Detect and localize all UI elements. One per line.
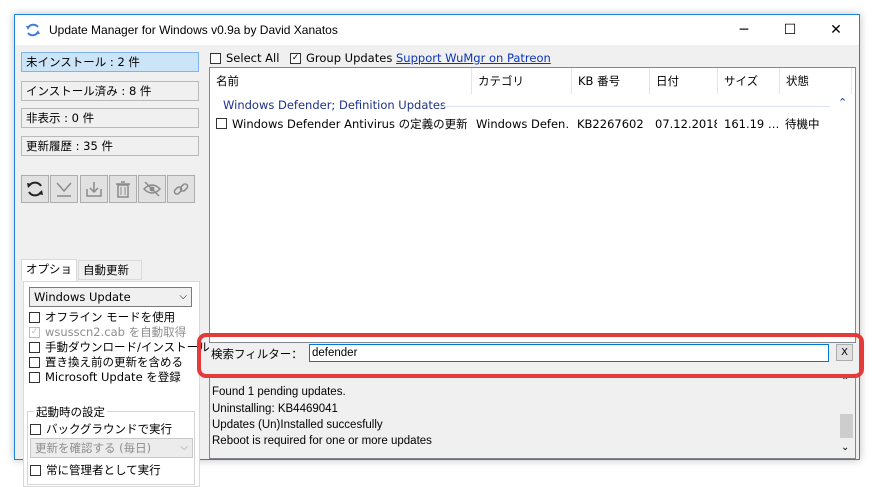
cell-kb: KB2267602 xyxy=(577,117,644,131)
checkbox-box xyxy=(29,371,40,383)
scroll-thumb[interactable] xyxy=(840,414,853,438)
refresh-button[interactable] xyxy=(21,175,49,203)
log-scrollbar[interactable]: ⌃ ⌄ xyxy=(838,376,855,458)
auto-fetch-cab-checkbox[interactable]: ✓ wsusscn2.cab を自動取得 xyxy=(29,324,186,340)
include-superseded-checkbox[interactable]: 置き換え前の更新を含める xyxy=(29,354,183,370)
patreon-link[interactable]: Support WuMgr on Patreon xyxy=(396,51,551,65)
table-row[interactable]: Windows Defender Antivirus の定義の更新 - … Wi… xyxy=(210,115,855,133)
refresh-icon xyxy=(27,181,43,197)
category-history[interactable]: 更新履歴 : 35 件 xyxy=(21,136,199,156)
download-button[interactable] xyxy=(50,175,79,203)
checkbox-label: Group Updates xyxy=(306,51,393,65)
checkbox-label: 置き換え前の更新を含める xyxy=(45,355,183,369)
link-icon xyxy=(174,183,189,195)
column-date[interactable]: 日付 xyxy=(650,68,718,94)
download-icon xyxy=(56,182,72,197)
uninstall-button[interactable] xyxy=(108,175,137,203)
cell-status: 待機中 xyxy=(785,117,820,131)
checkbox-label: wsusscn2.cab を自動取得 xyxy=(45,325,187,339)
hide-icon xyxy=(143,181,162,197)
checkbox-label: 手動ダウンロード/インストール xyxy=(45,340,210,354)
startup-group-title: 起動時の設定 xyxy=(34,404,107,420)
trash-icon xyxy=(115,181,130,198)
column-status[interactable]: 状態 xyxy=(780,68,852,94)
chevron-down-icon: ⌵ xyxy=(180,442,188,453)
manual-download-checkbox[interactable]: 手動ダウンロード/インストール xyxy=(29,339,210,355)
source-select-value: Windows Update xyxy=(34,290,131,304)
left-pane: 未インストール : 2 件 インストール済み : 8 件 非表示 : 0 件 更… xyxy=(15,45,210,487)
offline-mode-checkbox[interactable]: オフライン モードを使用 xyxy=(29,309,175,325)
tab-auto-update[interactable]: 自動更新 xyxy=(78,260,142,280)
scroll-down-icon[interactable]: ⌄ xyxy=(841,442,849,453)
log-line: Found 1 pending updates. xyxy=(212,386,346,398)
checkmark-icon: ✓ xyxy=(29,326,40,338)
log-line: Updates (Un)Installed succesfully xyxy=(212,419,383,431)
category-installed[interactable]: インストール済み : 8 件 xyxy=(21,81,199,101)
log-output[interactable]: Found 1 pending updates. Uninstalling: K… xyxy=(209,375,856,459)
startup-check-value: 更新を確認する (毎日) xyxy=(35,441,152,455)
app-refresh-icon xyxy=(26,23,40,37)
checkbox-box xyxy=(210,52,221,64)
tab-options[interactable]: オプション xyxy=(21,259,77,294)
minimize-button[interactable]: ─ xyxy=(721,15,767,45)
group-updates-checkbox[interactable]: ✓ Group Updates xyxy=(290,50,392,66)
checkbox-box xyxy=(29,311,40,323)
install-icon xyxy=(85,182,102,197)
cell-name: Windows Defender Antivirus の定義の更新 - … xyxy=(232,117,470,131)
checkbox-label: Select All xyxy=(226,51,280,65)
startup-settings-group: 起動時の設定 バックグラウンドで実行 更新を確認する (毎日) ⌵ 常に管理者と… xyxy=(27,404,195,485)
link-button[interactable] xyxy=(167,175,196,203)
column-name[interactable]: 名前 xyxy=(210,68,472,94)
update-group-title: Windows Defender; Definition Updates xyxy=(223,98,446,112)
action-toolbar xyxy=(21,175,197,203)
startup-check-select[interactable]: 更新を確認する (毎日) ⌵ xyxy=(30,438,193,458)
checkmark-icon: ✓ xyxy=(290,52,301,64)
collapse-group-icon[interactable]: ⌃ xyxy=(838,96,847,109)
close-button[interactable]: ✕ xyxy=(813,15,859,45)
register-microsoft-update-checkbox[interactable]: Microsoft Update を登録 xyxy=(29,369,181,385)
filter-highlight-annotation xyxy=(197,333,864,378)
title-bar[interactable]: Update Manager for Windows v0.9a by Davi… xyxy=(15,15,859,45)
window-title: Update Manager for Windows v0.9a by Davi… xyxy=(49,23,338,37)
checkbox-label: バックグラウンドで実行 xyxy=(46,422,173,436)
log-line: Uninstalling: KB4469041 xyxy=(212,403,338,415)
checkbox-label: オフライン モードを使用 xyxy=(45,310,176,324)
run-background-checkbox[interactable]: バックグラウンドで実行 xyxy=(30,421,172,437)
checkbox-box xyxy=(30,464,41,476)
checkbox-box xyxy=(29,341,40,353)
column-kb[interactable]: KB 番号 xyxy=(572,68,650,94)
select-all-checkbox[interactable]: Select All xyxy=(210,50,279,66)
category-pending[interactable]: 未インストール : 2 件 xyxy=(21,52,199,72)
column-size[interactable]: サイズ xyxy=(718,68,780,94)
checkbox-label: Microsoft Update を登録 xyxy=(45,370,181,384)
group-divider xyxy=(438,106,830,107)
hide-button[interactable] xyxy=(138,175,167,203)
chevron-down-icon: ⌵ xyxy=(179,291,187,302)
cell-date: 07.12.2018 xyxy=(655,117,717,131)
cell-category: Windows Defen… xyxy=(476,117,570,131)
checkbox-box xyxy=(30,423,41,435)
install-button[interactable] xyxy=(79,175,108,203)
column-category[interactable]: カテゴリ xyxy=(472,68,572,94)
maximize-button[interactable]: ☐ xyxy=(767,15,813,45)
cell-size: 161.19 … xyxy=(724,117,778,131)
category-hidden[interactable]: 非表示 : 0 件 xyxy=(21,108,199,128)
log-line: Reboot is required for one or more updat… xyxy=(212,435,432,447)
options-panel: Windows Update ⌵ オフライン モードを使用 ✓ wsusscn2… xyxy=(23,281,210,487)
updates-list[interactable]: 名前 カテゴリ KB 番号 日付 サイズ 状態 Windows Defender… xyxy=(209,67,856,343)
row-checkbox[interactable] xyxy=(216,118,227,129)
list-options-bar: Select All ✓ Group Updates Support WuMgr… xyxy=(208,45,858,67)
source-select[interactable]: Windows Update ⌵ xyxy=(29,287,192,307)
checkbox-box xyxy=(29,356,40,368)
app-window: Update Manager for Windows v0.9a by Davi… xyxy=(14,14,860,487)
